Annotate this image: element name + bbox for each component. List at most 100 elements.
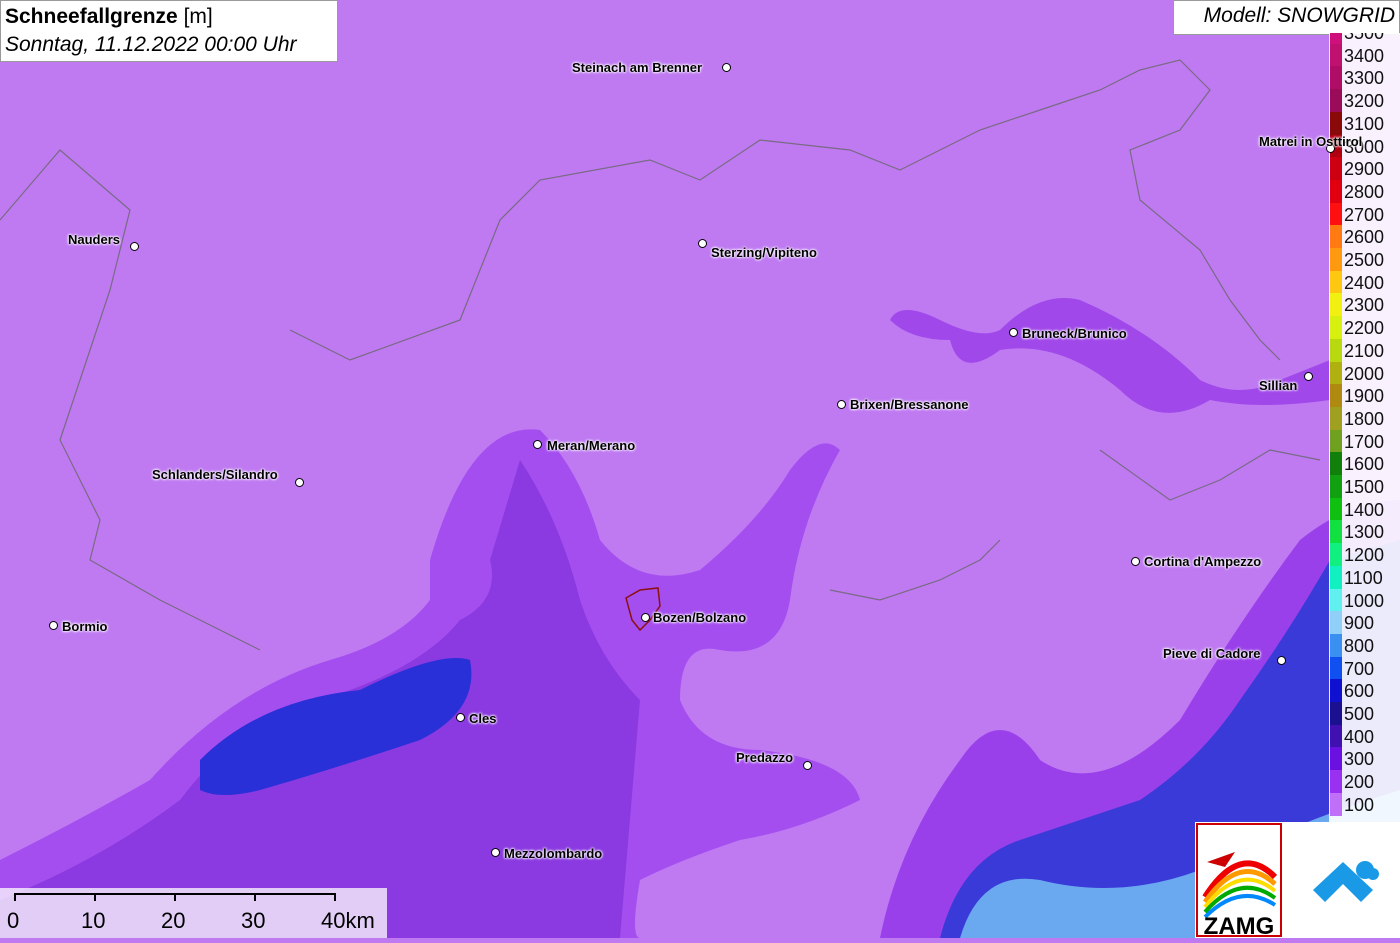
- city-label: Sterzing/Vipiteno: [711, 245, 817, 260]
- legend-swatch: [1330, 248, 1342, 271]
- legend-label: 3500: [1344, 33, 1385, 43]
- zamg-text: ZAMG: [1204, 913, 1275, 938]
- city-label: Schlanders/Silandro: [152, 467, 278, 482]
- city-marker[interactable]: [1130, 556, 1140, 566]
- city-label: Mezzolombardo: [504, 846, 603, 861]
- legend-swatch: [1330, 157, 1342, 181]
- legend-swatch: [1330, 293, 1342, 317]
- legend-label: 3300: [1344, 68, 1385, 89]
- legend-item: 3500: [1329, 33, 1400, 44]
- scale-bar: 0 10 20 30 40km: [0, 888, 387, 938]
- legend-swatch: [1330, 679, 1342, 703]
- city-label: Bruneck/Brunico: [1022, 326, 1127, 341]
- legend-item: 1600: [1329, 452, 1400, 476]
- city-marker[interactable]: [802, 760, 812, 770]
- city-label: Nauders: [68, 232, 121, 247]
- scale-tick: [14, 893, 16, 901]
- legend-swatch: [1330, 89, 1342, 113]
- legend-label: 1100: [1344, 567, 1383, 588]
- map-datetime: Sonntag, 11.12.2022 00:00 Uhr: [5, 33, 297, 56]
- legend-swatch: [1330, 338, 1342, 362]
- legend-swatch: [1330, 565, 1342, 589]
- legend-swatch: [1330, 316, 1342, 340]
- legend-label: 3200: [1344, 91, 1385, 112]
- scale-tick: [254, 893, 256, 901]
- legend-item: 600: [1329, 679, 1400, 703]
- legend-item: 800: [1329, 633, 1400, 657]
- legend-label: 2700: [1344, 204, 1385, 225]
- legend-item: 2700: [1329, 202, 1400, 226]
- legend-swatch: [1330, 543, 1342, 567]
- legend-item: 300: [1329, 747, 1400, 771]
- color-legend: 3500 3400 3300 3200 3100 3000 2900 2800 2700 2600…: [1329, 33, 1400, 825]
- city-label: Cortina d'Ampezzo: [1144, 554, 1262, 569]
- city-label: Steinach am Brenner: [572, 60, 703, 75]
- legend-swatch: [1330, 656, 1342, 680]
- city-label: Bozen/Bolzano: [653, 610, 747, 625]
- legend-item: 3200: [1329, 89, 1400, 113]
- legend-item: 2600: [1329, 225, 1400, 249]
- legend-item: 2800: [1329, 179, 1400, 203]
- legend-label: 1000: [1344, 590, 1385, 611]
- city-marker[interactable]: [48, 620, 58, 630]
- city-marker[interactable]: [1008, 327, 1018, 337]
- legend-swatch: [1330, 770, 1342, 794]
- city-label: Meran/Merano: [547, 438, 636, 453]
- legend-swatch: [1330, 202, 1342, 226]
- model-label: Modell: SNOWGRID: [1173, 0, 1400, 35]
- legend-swatch: [1330, 225, 1342, 249]
- legend-item: 1200: [1329, 543, 1400, 567]
- legend-label: 600: [1344, 681, 1375, 702]
- city-marker[interactable]: [532, 439, 542, 449]
- legend-label: 900: [1344, 613, 1375, 634]
- legend-label: 1200: [1344, 545, 1385, 566]
- legend-label: 500: [1344, 704, 1375, 724]
- legend-item: 1900: [1329, 384, 1400, 408]
- legend-swatch: [1330, 588, 1342, 612]
- city-label: Bormio: [62, 619, 108, 634]
- city-marker[interactable]: [129, 241, 139, 251]
- city-label: Pieve di Cadore: [1163, 646, 1261, 661]
- city-marker[interactable]: [836, 399, 846, 409]
- legend-label: 100: [1344, 794, 1375, 815]
- legend-item: 2100: [1329, 338, 1400, 362]
- legend-item: 1400: [1329, 497, 1400, 521]
- legend-swatch: [1330, 179, 1342, 203]
- legend-item: 1000: [1329, 588, 1400, 612]
- city-label: Brixen/Bressanone: [850, 397, 969, 412]
- legend-item: 700: [1329, 656, 1400, 680]
- legend-label: 200: [1344, 772, 1375, 793]
- city-marker[interactable]: [1303, 371, 1313, 381]
- logo-area: ZAMG: [1195, 822, 1400, 940]
- legend-label: 400: [1344, 726, 1375, 747]
- city-marker[interactable]: [721, 62, 731, 72]
- legend-swatch: [1330, 452, 1342, 476]
- legend-swatch: [1330, 475, 1342, 498]
- legend-label: 1300: [1344, 522, 1385, 543]
- city-marker[interactable]: [490, 847, 500, 857]
- legend-swatch: [1330, 633, 1342, 657]
- city-marker[interactable]: [455, 712, 465, 722]
- legend-swatch: [1330, 792, 1342, 816]
- legend-swatch: [1330, 66, 1342, 90]
- scale-label: 20: [161, 908, 186, 933]
- city-marker[interactable]: [640, 612, 650, 622]
- legend-label: 3400: [1344, 45, 1385, 66]
- city-marker[interactable]: [294, 477, 304, 487]
- legend-item: 1300: [1329, 520, 1400, 544]
- legend-label: 1500: [1344, 477, 1385, 497]
- legend-item: 3100: [1329, 111, 1400, 135]
- scale-tick: [334, 893, 336, 901]
- legend-swatch: [1330, 747, 1342, 771]
- city-marker[interactable]: [697, 238, 707, 248]
- legend-item: 1700: [1329, 429, 1400, 453]
- city-marker[interactable]: [1276, 655, 1286, 665]
- legend-swatch: [1330, 406, 1342, 430]
- legend-swatch: [1330, 520, 1342, 544]
- legend-label: 1400: [1344, 499, 1385, 520]
- legend-item: 2300: [1329, 293, 1400, 317]
- legend-swatch: [1330, 270, 1342, 294]
- legend-item: 900: [1329, 611, 1400, 635]
- legend-label: 3100: [1344, 113, 1385, 134]
- legend-label: 2300: [1344, 295, 1385, 316]
